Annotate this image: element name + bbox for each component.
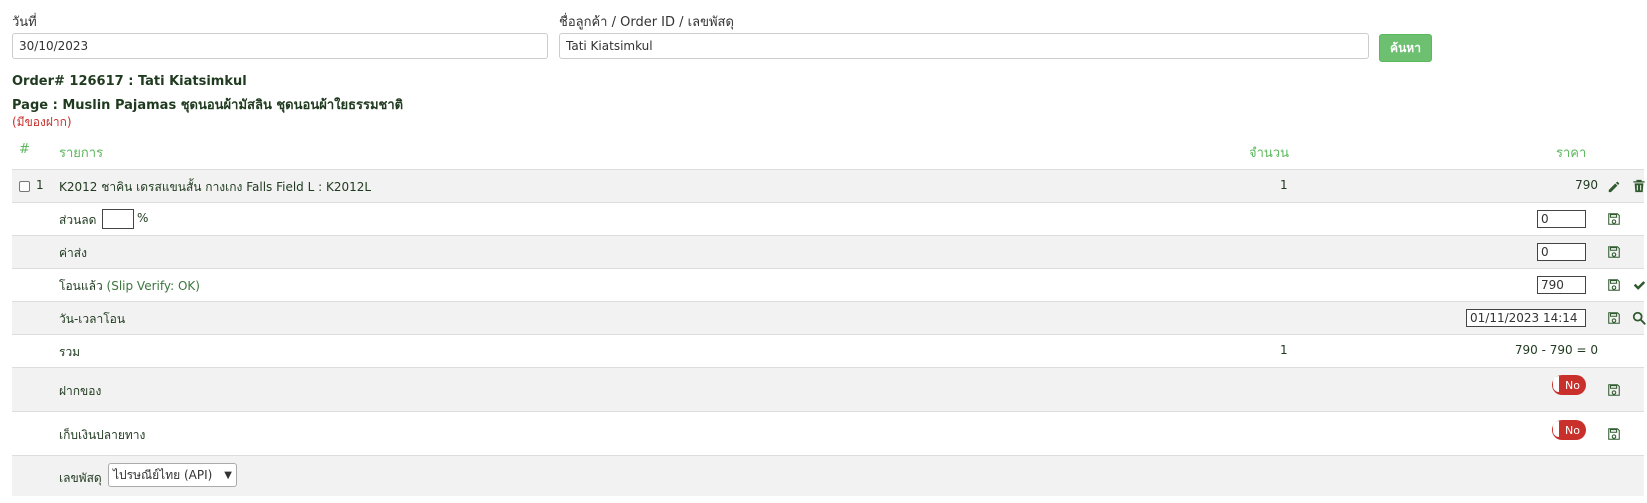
item-checkbox[interactable] (19, 181, 30, 192)
order-page: Page : Muslin Pajamas ชุดนอนผ้ามัสลิน ชุ… (12, 98, 404, 113)
discount-row: ส่วนลด % (12, 202, 1644, 235)
cod-toggle[interactable]: No (1552, 420, 1586, 440)
transfer-time-label: วัน-เวลาโอน (59, 312, 126, 326)
save-icon[interactable] (1607, 311, 1621, 325)
shipping-label: ค่าส่ง (59, 246, 87, 260)
save-icon[interactable] (1607, 278, 1621, 292)
transfer-label: โอนแล้ว (Slip Verify: OK) (59, 277, 200, 296)
edit-icon[interactable] (1607, 179, 1621, 193)
discount-label: ส่วนลด (59, 213, 97, 227)
total-row: รวม 1 790 - 790 = 0 (12, 334, 1644, 367)
customer-search-input[interactable] (559, 33, 1369, 59)
transfer-row: โอนแล้ว (Slip Verify: OK) (12, 268, 1646, 301)
total-qty: 1 (1280, 343, 1288, 357)
chevron-down-icon: ▼ (224, 469, 232, 481)
customer-search-label: ชื่อลูกค้า / Order ID / เลขพัสดุ (559, 15, 734, 30)
shipping-input[interactable] (1537, 243, 1586, 261)
cod-label: เก็บเงินปลายทาง (59, 428, 146, 442)
col-header-item: รายการ (59, 146, 104, 161)
cod-row: เก็บเงินปลายทาง No (12, 411, 1644, 455)
percent-sign: % (137, 211, 149, 225)
discount-percent-input[interactable] (102, 209, 134, 229)
deposit-toggle[interactable]: No (1552, 375, 1586, 395)
item-qty: 1 (1280, 178, 1288, 192)
save-icon[interactable] (1607, 383, 1621, 397)
col-header-price: ราคา (1556, 146, 1587, 161)
save-icon[interactable] (1607, 245, 1621, 259)
item-price: 790 (1575, 178, 1598, 192)
order-note: (มีของฝาก) (12, 115, 72, 129)
search-icon[interactable] (1632, 311, 1646, 325)
tracking-label: เลขพัสดุ (59, 471, 102, 485)
col-header-qty: จำนวน (1249, 146, 1289, 161)
date-label: วันที่ (12, 15, 37, 30)
transfer-datetime-input[interactable] (1466, 309, 1586, 327)
save-icon[interactable] (1607, 212, 1621, 226)
carrier-selected: ไปรษณีย์ไทย (API) (113, 467, 213, 482)
search-button[interactable]: ค้นหา (1379, 34, 1432, 62)
date-input[interactable] (12, 33, 548, 59)
shipping-row: ค่าส่ง (12, 235, 1644, 268)
item-row: 1 K2012 ชาคิน เดรสแขนสั้น กางเกง Falls F… (12, 169, 1646, 202)
check-icon[interactable] (1632, 278, 1646, 292)
transfer-label-text: โอนแล้ว (59, 279, 103, 293)
transfer-time-row: วัน-เวลาโอน (12, 301, 1646, 334)
order-title: Order# 126617 : Tati Kiatsimkul (12, 74, 247, 89)
trash-icon[interactable] (1632, 179, 1646, 193)
total-summary: 790 - 790 = 0 (1514, 343, 1598, 357)
item-name: K2012 ชาคิน เดรสแขนสั้น กางเกง Falls Fie… (59, 180, 372, 194)
transfer-amount-input[interactable] (1537, 276, 1586, 294)
deposit-label: ฝากของ (59, 384, 102, 398)
save-icon[interactable] (1607, 427, 1621, 441)
carrier-select[interactable]: ไปรษณีย์ไทย (API) ▼ (108, 463, 237, 487)
deposit-row: ฝากของ No (12, 367, 1644, 411)
col-header-num: # (19, 142, 30, 157)
discount-input[interactable] (1537, 210, 1586, 228)
tracking-row: เลขพัสดุ ไปรษณีย์ไทย (API) ▼ (12, 455, 1644, 496)
item-index: 1 (36, 178, 44, 192)
total-label: รวม (59, 345, 81, 359)
slip-verify-status: (Slip Verify: OK) (106, 279, 200, 293)
